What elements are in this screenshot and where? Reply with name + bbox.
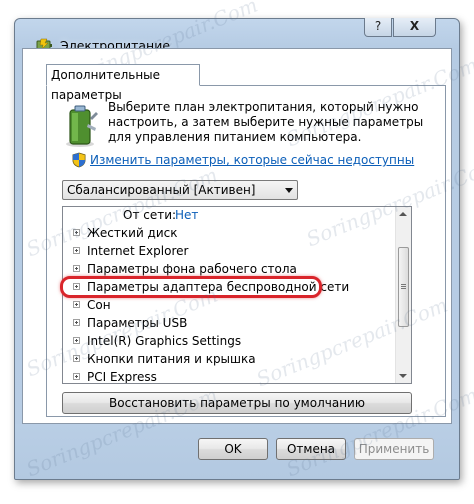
expand-icon[interactable]: [73, 229, 80, 236]
tree-item-sleep[interactable]: Сон: [63, 297, 395, 314]
help-button[interactable]: ?: [364, 18, 392, 37]
expand-icon[interactable]: [73, 265, 80, 272]
power-plan-select[interactable]: Сбалансированный [Активен]: [62, 180, 298, 200]
expand-icon[interactable]: [73, 337, 80, 344]
plan-description: Выберите план электропитания, который ну…: [108, 100, 424, 144]
tree-item-label: Жесткий диск: [87, 226, 178, 240]
tab-advanced-settings[interactable]: Дополнительные параметры: [46, 64, 200, 102]
expand-icon[interactable]: [73, 247, 80, 254]
restore-defaults-button[interactable]: Восстановить параметры по умолчанию: [62, 392, 412, 414]
tree-scrollbar[interactable]: [395, 207, 411, 383]
tree-item-label: Сон: [87, 298, 111, 312]
tree-item-hard-disk[interactable]: Жесткий диск: [63, 225, 395, 242]
cancel-button[interactable]: Отмена: [276, 438, 346, 460]
tree-item-label: Параметры USB: [87, 316, 188, 330]
expand-icon[interactable]: [73, 373, 80, 380]
tree-sub-setting[interactable]: От сети: Нет: [63, 207, 395, 224]
tree-item-label: Intel(R) Graphics Settings: [87, 334, 242, 348]
close-icon: X: [409, 19, 420, 33]
expand-icon[interactable]: [73, 301, 80, 308]
close-button[interactable]: X: [393, 18, 436, 37]
expand-icon[interactable]: [73, 355, 80, 362]
apply-button[interactable]: Применить: [354, 438, 434, 460]
highlight-annotation: [60, 276, 322, 298]
grip-icon: [401, 284, 406, 285]
tree-item-pci-express[interactable]: PCI Express: [63, 369, 395, 384]
ok-button[interactable]: OK: [198, 438, 268, 460]
chevron-down-icon: [285, 188, 293, 193]
expand-icon[interactable]: [73, 319, 80, 326]
scroll-up-icon[interactable]: [399, 212, 407, 216]
sub-setting-value[interactable]: Нет: [175, 207, 198, 224]
tree-item-label: PCI Express: [87, 370, 157, 384]
tree-item-label: Кнопки питания и крышка: [87, 352, 256, 366]
shield-icon: [72, 152, 86, 168]
change-unavailable-settings-link[interactable]: Изменить параметры, которые сейчас недос…: [90, 153, 414, 167]
scroll-down-icon[interactable]: [399, 374, 407, 378]
tree-item-internet-explorer[interactable]: Internet Explorer: [63, 243, 395, 260]
tree-item-label: Internet Explorer: [87, 244, 189, 258]
battery-plan-icon: [66, 105, 98, 147]
sub-setting-label: От сети:: [123, 208, 177, 222]
tree-item-power-buttons-lid[interactable]: Кнопки питания и крышка: [63, 351, 395, 368]
tree-item-intel-graphics[interactable]: Intel(R) Graphics Settings: [63, 333, 395, 350]
scrollbar-thumb[interactable]: [398, 247, 409, 327]
tree-item-usb-settings[interactable]: Параметры USB: [63, 315, 395, 332]
plan-select-value: Сбалансированный [Активен]: [67, 183, 256, 197]
